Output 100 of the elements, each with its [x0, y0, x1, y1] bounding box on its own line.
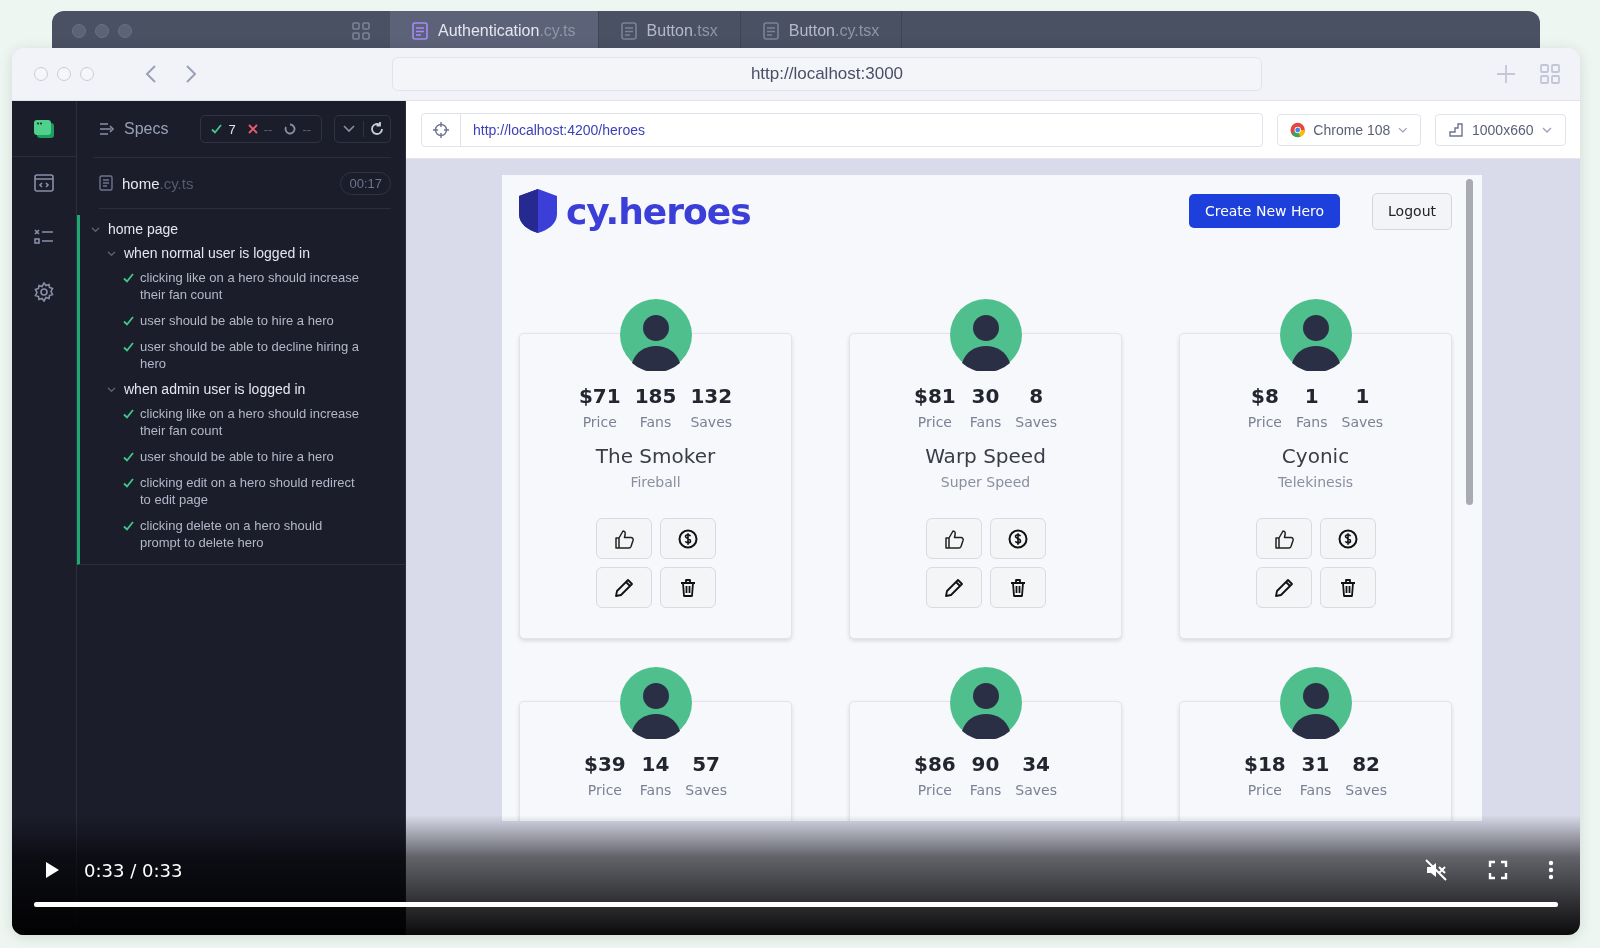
stat-value: 185 — [634, 384, 677, 408]
stat-value: 30 — [971, 384, 1000, 408]
test-title: clicking delete on a hero should prompt to delete hero — [140, 517, 324, 551]
stat-value: $81 — [914, 384, 956, 408]
hero-power: Super Speed — [940, 474, 1031, 490]
logout-button[interactable]: Logout — [1372, 192, 1452, 230]
delete-button[interactable] — [659, 567, 716, 608]
hire-button[interactable] — [1319, 518, 1376, 559]
stat-label: Price — [1247, 782, 1282, 798]
fullscreen-icon[interactable] — [1488, 860, 1508, 880]
viewport-select[interactable]: 1000x660 — [1435, 113, 1566, 146]
test-row[interactable]: clicking edit on a hero should redirect to edit page — [80, 470, 405, 513]
delete-button[interactable] — [1319, 567, 1376, 608]
hero-name: Warp Speed — [925, 444, 1046, 468]
test-row[interactable]: clicking like on a hero should increase their fan count — [80, 265, 405, 308]
stat-value: 34 — [1022, 752, 1051, 776]
chevron-down-icon — [1398, 126, 1408, 133]
create-hero-button[interactable]: Create New Hero — [1188, 194, 1341, 228]
test-title: clicking like on a hero should increase their fan count — [140, 405, 360, 439]
thumbs-up-icon — [613, 528, 634, 549]
play-icon[interactable] — [44, 861, 60, 879]
stat-label: Price — [917, 414, 952, 430]
stat-value: 31 — [1301, 752, 1330, 776]
stat-label: Fans — [1299, 782, 1332, 798]
test-title: user should be able to hire a hero — [140, 448, 335, 465]
spinner-icon — [284, 123, 297, 135]
file-icon — [762, 22, 779, 40]
stat-label: Fans — [969, 414, 1002, 430]
edit-button[interactable] — [1255, 567, 1312, 608]
suite-row[interactable]: when admin user is logged in — [80, 377, 405, 401]
stat-value: $8 — [1251, 384, 1279, 408]
stat-label: Fans — [1296, 414, 1328, 430]
suite-row[interactable]: home page — [80, 217, 405, 241]
stat-label: Fans — [639, 414, 672, 430]
test-title: clicking like on a hero should increase their fan count — [140, 269, 360, 303]
video-time: 0:33 / 0:33 — [84, 859, 183, 881]
stat-label: Saves — [1341, 414, 1384, 430]
suite-row[interactable]: when normal user is logged in — [80, 241, 405, 265]
stat-label: Saves — [685, 782, 727, 798]
settings-icon[interactable] — [34, 282, 54, 302]
pencil-icon — [943, 577, 964, 598]
stat-value: $86 — [914, 752, 956, 776]
edit-button[interactable] — [595, 567, 652, 608]
thumbs-up-icon — [1273, 528, 1294, 549]
hire-button[interactable] — [659, 518, 716, 559]
muted-speaker-icon[interactable] — [1424, 858, 1448, 882]
code-window-icon[interactable] — [34, 174, 54, 194]
test-row[interactable]: clicking like on a hero should increase their fan count — [80, 401, 405, 444]
pencil-icon — [613, 577, 634, 598]
hero-name: The Smoker — [595, 444, 716, 468]
app-logo: cy.heroes — [566, 190, 751, 232]
stat-value: 1 — [1355, 384, 1370, 408]
scrollbar-thumb[interactable] — [1466, 179, 1473, 505]
stat-label: Price — [917, 782, 952, 798]
cross-icon — [247, 124, 258, 134]
file-icon — [99, 175, 113, 191]
file-icon — [412, 22, 428, 40]
stat-label: Price — [1247, 414, 1282, 430]
thumbs-up-icon — [943, 528, 964, 549]
stat-value: 57 — [692, 752, 721, 776]
stat-label: Saves — [690, 414, 733, 430]
dollar-coin-icon — [1007, 528, 1028, 549]
browser-select[interactable]: Chrome 108 — [1277, 113, 1421, 146]
pending-count: -- — [302, 121, 312, 137]
stat-label: Fans — [969, 782, 1002, 798]
stat-value: 132 — [690, 384, 733, 408]
edit-button[interactable] — [925, 567, 982, 608]
like-button[interactable] — [1255, 518, 1312, 559]
stat-label: Fans — [639, 782, 672, 798]
editor-tab[interactable]: Authentication.cy.ts — [390, 11, 599, 51]
stat-label: Saves — [1015, 414, 1057, 430]
more-icon[interactable] — [1548, 860, 1554, 880]
app-logo-icon — [34, 119, 54, 138]
url-field[interactable]: http://localhost:4200/heroes — [421, 112, 1263, 147]
hire-button[interactable] — [989, 518, 1046, 559]
hero-name: Cyonic — [1281, 444, 1350, 468]
stat-value: $39 — [584, 752, 626, 776]
like-button[interactable] — [595, 518, 652, 559]
suite-title: when admin user is logged in — [124, 381, 306, 397]
ruler-icon — [1448, 121, 1464, 138]
test-row[interactable]: user should be able to hire a hero — [80, 308, 405, 334]
test-title: user should be able to decline hiring a hero — [140, 338, 360, 372]
like-button[interactable] — [925, 518, 982, 559]
stat-value: 90 — [971, 752, 1000, 776]
hero-power: Fireball — [630, 474, 681, 490]
test-title: clicking edit on a hero should redirect to edit page — [140, 474, 356, 508]
delete-button[interactable] — [989, 567, 1046, 608]
test-title: user should be able to hire a hero — [140, 312, 335, 329]
chevron-down-icon — [1541, 126, 1552, 133]
stat-label: Price — [587, 782, 622, 798]
stat-value: 1 — [1304, 384, 1319, 408]
crosshair-icon — [433, 121, 449, 138]
test-row[interactable]: user should be able to decline hiring a hero — [80, 334, 405, 377]
file-icon — [620, 22, 637, 40]
stat-value: $71 — [578, 384, 621, 408]
test-row[interactable]: clicking delete on a hero should prompt to delete hero — [80, 513, 405, 556]
spec-filename: home.cy.ts — [122, 174, 194, 192]
address-bar[interactable]: http://localhost:3000 — [392, 57, 1262, 91]
hero-power: Telekinesis — [1277, 474, 1354, 490]
test-row[interactable]: user should be able to hire a hero — [80, 444, 405, 470]
